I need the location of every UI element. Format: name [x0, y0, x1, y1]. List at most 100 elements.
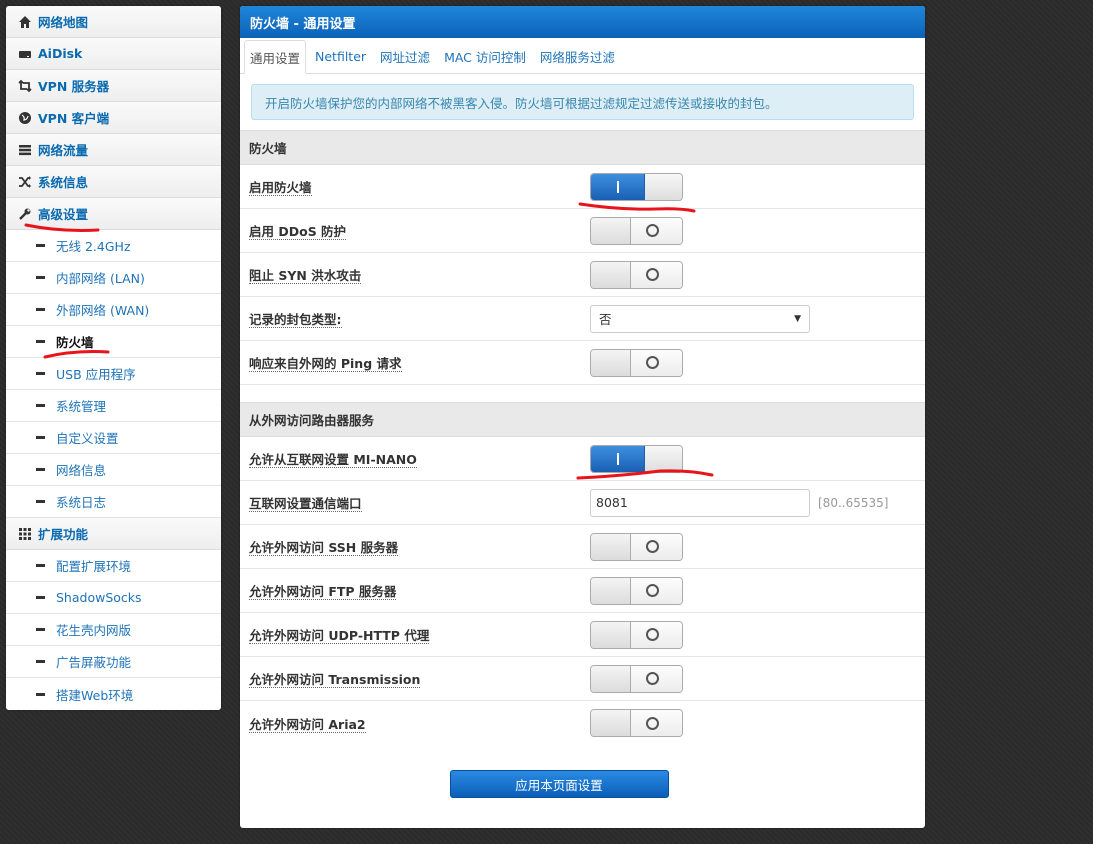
sidebar-sub-web-env[interactable]: 搭建Web环境: [6, 678, 221, 710]
tasks-icon: [17, 142, 33, 158]
apply-button[interactable]: 应用本页面设置: [449, 770, 669, 798]
sidebar-sub-oray[interactable]: 花生壳内网版: [6, 614, 221, 646]
setting-label: 启用防火墙: [249, 180, 312, 196]
caret-down-icon: ▼: [794, 313, 801, 324]
tab-service-filter[interactable]: 网络服务过滤: [535, 39, 620, 73]
wan-udpxy-toggle[interactable]: [590, 620, 683, 649]
sidebar-sub-wan[interactable]: 外部网络 (WAN): [6, 294, 221, 326]
wrench-icon: [17, 206, 33, 222]
sidebar-item-label: 网络流量: [38, 143, 89, 158]
remote-port-input[interactable]: [590, 488, 810, 517]
dash-icon: [36, 596, 45, 599]
sidebar-sub-label: 网络信息: [56, 463, 107, 478]
sidebar-sub-admin[interactable]: 系统管理: [6, 390, 221, 422]
dash-icon: [36, 468, 45, 471]
setting-label: 互联网设置通信端口: [249, 496, 362, 512]
tab-netfilter[interactable]: Netfilter: [310, 39, 371, 73]
sidebar-sub-firewall[interactable]: 防火墙: [6, 326, 221, 358]
wan-ssh-toggle[interactable]: [590, 532, 683, 561]
dash-icon: [36, 308, 45, 311]
remote-admin-toggle[interactable]: [590, 444, 683, 473]
setting-label: 启用 DDoS 防护: [249, 224, 347, 240]
dash-icon: [36, 628, 45, 631]
dash-icon: [36, 660, 45, 663]
dash-icon: [36, 244, 45, 247]
sidebar-item-advanced[interactable]: 高级设置: [6, 198, 221, 230]
sidebar-item-label: VPN 服务器: [38, 79, 110, 94]
tab-url-filter[interactable]: 网址过滤: [375, 39, 435, 73]
setting-row-ssh: 允许外网访问 SSH 服务器: [240, 525, 925, 569]
sidebar-sub-label: 无线 2.4GHz: [56, 239, 131, 254]
setting-row-ftp: 允许外网访问 FTP 服务器: [240, 569, 925, 613]
sidebar-sub-adblock[interactable]: 广告屏蔽功能: [6, 646, 221, 678]
section-wan-access-title: 从外网访问路由器服务: [240, 402, 925, 437]
wan-transmission-toggle[interactable]: [590, 664, 683, 693]
sidebar-sub-lan[interactable]: 内部网络 (LAN): [6, 262, 221, 294]
sidebar-sub-label: 系统管理: [56, 399, 107, 414]
dash-icon: [36, 276, 45, 279]
dash-icon: [36, 372, 45, 375]
sidebar-sub-shadowsocks[interactable]: ShadowSocks: [6, 582, 221, 614]
sidebar-item-traffic[interactable]: 网络流量: [6, 134, 221, 166]
sidebar-item-aidisk[interactable]: AiDisk: [6, 38, 221, 70]
dash-icon: [36, 436, 45, 439]
random-icon: [17, 174, 33, 190]
home-icon: [17, 14, 33, 30]
panel-title: 防火墙 - 通用设置: [240, 6, 925, 38]
sidebar-sub-label: 花生壳内网版: [56, 623, 132, 638]
tab-mac-filter[interactable]: MAC 访问控制: [439, 39, 531, 73]
setting-row-enable-firewall: 启用防火墙: [240, 165, 925, 209]
sidebar-sub-wireless[interactable]: 无线 2.4GHz: [6, 230, 221, 262]
enable-firewall-toggle[interactable]: [590, 172, 683, 201]
setting-label: 允许外网访问 Transmission: [249, 672, 421, 688]
sidebar-sub-usb[interactable]: USB 应用程序: [6, 358, 221, 390]
sidebar-sub-label: 配置扩展环境: [56, 559, 132, 574]
sidebar-sub-label: 系统日志: [56, 495, 107, 510]
sidebar-item-label: 扩展功能: [38, 527, 89, 542]
sidebar-sub-label: 搭建Web环境: [56, 687, 134, 703]
setting-row-udpxy: 允许外网访问 UDP-HTTP 代理: [240, 613, 925, 657]
setting-label: 记录的封包类型:: [249, 312, 342, 328]
sidebar-sub-label: 外部网络 (WAN): [56, 303, 150, 318]
globe-icon: [17, 110, 33, 126]
dash-icon: [36, 340, 45, 343]
setting-row-log-packet-type: 记录的封包类型: 否 ▼: [240, 297, 925, 341]
sidebar-item-label: 高级设置: [38, 207, 89, 222]
setting-row-wan-ping: 响应来自外网的 Ping 请求: [240, 341, 925, 385]
wan-aria2-toggle[interactable]: [590, 709, 683, 737]
sidebar-sub-label: 自定义设置: [56, 431, 119, 446]
setting-row-transmission: 允许外网访问 Transmission: [240, 657, 925, 701]
sidebar-item-system-info[interactable]: 系统信息: [6, 166, 221, 198]
setting-label: 允许外网访问 Aria2: [249, 716, 366, 733]
sidebar-sub-label: ShadowSocks: [56, 590, 142, 605]
wan-ping-toggle[interactable]: [590, 348, 683, 377]
tab-general[interactable]: 通用设置: [244, 40, 307, 74]
sidebar-item-vpn-client[interactable]: VPN 客户端: [6, 102, 221, 134]
sidebar-item-label: VPN 客户端: [38, 111, 110, 126]
sidebar-item-extensions[interactable]: 扩展功能: [6, 518, 221, 550]
section-firewall-title: 防火墙: [240, 130, 925, 165]
port-range-hint: [80..65535]: [818, 495, 889, 510]
sidebar-item-network-map[interactable]: 网络地图: [6, 6, 221, 38]
sidebar-menu: 网络地图 AiDisk VPN 服务器 VPN 客户端 网络流量 系统信息 高级…: [6, 6, 221, 710]
sidebar-item-label: AiDisk: [38, 46, 83, 61]
sidebar-sub-custom[interactable]: 自定义设置: [6, 422, 221, 454]
syn-flood-toggle[interactable]: [590, 260, 683, 289]
sidebar-sub-label: 防火墙: [56, 335, 94, 350]
sidebar-item-vpn-server[interactable]: VPN 服务器: [6, 70, 221, 102]
sidebar-sub-label: 广告屏蔽功能: [56, 655, 132, 670]
sidebar-sub-syslog[interactable]: 系统日志: [6, 486, 221, 518]
sidebar-sub-label: 内部网络 (LAN): [56, 271, 145, 286]
log-packet-type-select[interactable]: 否 ▼: [590, 304, 810, 333]
grid-icon: [17, 526, 33, 542]
firewall-panel: 防火墙 - 通用设置 通用设置 Netfilter 网址过滤 MAC 访问控制 …: [240, 6, 925, 828]
wan-ftp-toggle[interactable]: [590, 576, 683, 605]
setting-label: 允许外网访问 FTP 服务器: [249, 584, 397, 600]
sidebar-sub-ext-config[interactable]: 配置扩展环境: [6, 550, 221, 582]
ddos-toggle[interactable]: [590, 216, 683, 245]
disk-icon: [17, 46, 33, 62]
dash-icon: [36, 564, 45, 567]
sidebar-sub-netinfo[interactable]: 网络信息: [6, 454, 221, 486]
dash-icon: [36, 692, 45, 696]
sidebar-item-label: 网络地图: [38, 15, 89, 30]
